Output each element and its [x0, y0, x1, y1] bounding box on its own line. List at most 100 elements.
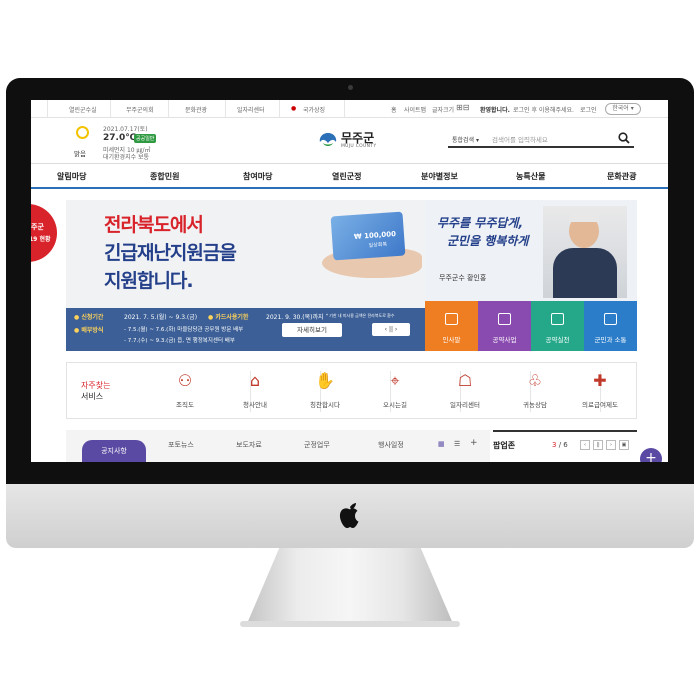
- hero-banner[interactable]: 전라북도에서 긴급재난지원금을 지원합니다. ₩ 100,000 일상회복 ● …: [66, 200, 425, 351]
- services-title-1: 자주찾는: [81, 381, 111, 390]
- list-view-icon[interactable]: ☰: [454, 440, 460, 448]
- covid-side-banner[interactable]: 주군 19 현황: [31, 204, 57, 262]
- air-quality: 대기환경지수 보통: [103, 154, 150, 161]
- next-icon[interactable]: ›: [606, 440, 616, 450]
- tile-communication[interactable]: 군민과 소통: [584, 301, 637, 351]
- divider: [168, 100, 169, 118]
- tab-admin[interactable]: 군정업무: [304, 440, 330, 450]
- hero-line-1: 전라북도에서: [104, 214, 204, 236]
- nav-item[interactable]: 분야별정보: [421, 171, 458, 182]
- nav-item[interactable]: 문화관광: [607, 171, 636, 182]
- tab-notice[interactable]: 공지사항: [82, 440, 146, 462]
- utility-bar: 열린군수실 무주군의회 문화관광 일자리센터 ● 국가상징 홈 사이트맵 글자크…: [31, 100, 668, 118]
- main-nav: 알림마당 종합민원 참여마당 열린군정 분야별정보 농특산물 문화관광: [31, 164, 668, 189]
- prev-icon[interactable]: ‹: [580, 440, 590, 450]
- tile-label: 공약실천: [545, 336, 570, 344]
- services-title-2: 서비스: [81, 392, 104, 401]
- mayor-name: 무주군수 황인홍: [439, 274, 487, 282]
- search-icon[interactable]: [618, 132, 630, 144]
- sprout-icon: ♧: [527, 371, 543, 390]
- service-praise[interactable]: ✋ 칭찬합시다: [290, 371, 360, 409]
- megaphone-icon: [604, 313, 617, 325]
- monitor-stand: [246, 548, 454, 626]
- grid-view-icon[interactable]: ▦: [438, 440, 445, 448]
- tab-press[interactable]: 보도자료: [236, 440, 262, 450]
- search-scope-select[interactable]: 통합검색 ▾: [452, 135, 479, 144]
- mayor-panel: 무주를 무주답게, 군민을 행복하게 무주군수 황인홍 인사말 공약사업 공약실…: [425, 200, 637, 351]
- service-farming[interactable]: ♧ 귀농상담: [500, 371, 570, 409]
- divider: [344, 100, 345, 118]
- welcome-text: 환영합니다.: [480, 107, 510, 114]
- popup-total: / 6: [558, 441, 568, 449]
- service-jobs[interactable]: ☖ 일자리센터: [430, 371, 500, 409]
- hero-line-3: 지원합니다.: [104, 270, 194, 292]
- divider: [225, 100, 226, 118]
- nav-item[interactable]: 종합민원: [150, 171, 179, 182]
- popup-zone: 팝업존 3 / 6 ‹ || › ▣: [493, 430, 637, 462]
- check-icon: [551, 313, 564, 325]
- weather-temp: 27.0℃: [103, 133, 137, 143]
- more-icon[interactable]: +: [470, 438, 478, 448]
- service-label: 오시는길: [383, 401, 407, 409]
- monitor-stand-base: [240, 621, 460, 627]
- header: 맑음 2021.07.17(토) 27.0℃ 공공일반 미세먼지 10 ㎍/㎥ …: [31, 118, 668, 164]
- suit-shape: [553, 248, 617, 298]
- search-input[interactable]: 검색어를 입력하세요: [492, 134, 548, 144]
- util-link[interactable]: 문화관광: [185, 105, 207, 114]
- card-sub: 일상회복: [368, 241, 388, 249]
- sitemap-link[interactable]: 사이트맵: [404, 105, 426, 114]
- service-org-chart[interactable]: ⚇ 조직도: [150, 371, 220, 409]
- card-note: * 기한 내 미사용 금액은 전라북도로 환수: [326, 313, 395, 318]
- util-link[interactable]: 일자리센터: [237, 105, 265, 114]
- nav-item[interactable]: 참여마당: [243, 171, 272, 182]
- service-directions[interactable]: ⌖ 오시는길: [360, 371, 430, 409]
- font-size-label: 글자크기: [432, 107, 455, 114]
- home-link[interactable]: 홈: [391, 105, 397, 114]
- taegeuk-icon: ●: [291, 105, 297, 112]
- nav-item[interactable]: 알림마당: [57, 171, 86, 182]
- search-box[interactable]: 통합검색 ▾ 검색어를 입력하세요: [448, 130, 634, 148]
- card-period: 2021. 9. 30.(목)까지: [266, 314, 324, 321]
- tab-photo-news[interactable]: 포토뉴스: [168, 440, 194, 450]
- service-building[interactable]: ⌂ 청사안내: [220, 371, 290, 409]
- popup-current: 3: [552, 441, 557, 449]
- font-size-buttons[interactable]: ⊞⊟: [456, 103, 469, 112]
- medical-icon: ✚: [593, 371, 607, 390]
- pause-icon[interactable]: ||: [593, 440, 603, 450]
- view-all-icon[interactable]: ▣: [619, 440, 629, 450]
- plus-fab-icon[interactable]: +: [640, 448, 662, 462]
- util-link[interactable]: 열린군수실: [69, 105, 97, 114]
- service-label: 일자리센터: [450, 401, 480, 409]
- banner-text: 주군: [31, 223, 44, 231]
- hair-shape: [569, 210, 599, 222]
- util-link[interactable]: 국가상징: [303, 105, 325, 114]
- service-label: 칭찬합시다: [310, 401, 340, 409]
- mayor-slogan-2: 군민을 행복하게: [447, 234, 529, 248]
- tile-greeting[interactable]: 인사말: [425, 301, 478, 351]
- distribution-2: - 7.7.(수) ~ 9.3.(금) 읍, 면 행정복지센터 배부: [124, 338, 235, 344]
- weather-date: 2021.07.17(토): [103, 126, 148, 133]
- gift-card-illustration: ₩ 100,000 일상회복: [330, 211, 406, 261]
- tab-events[interactable]: 행사일정: [378, 440, 404, 450]
- muju-logo-icon[interactable]: [318, 131, 338, 149]
- hand-icon: ✋: [315, 371, 335, 390]
- apply-label: ● 신청기간: [74, 314, 104, 321]
- service-medical[interactable]: ✚ 의료급여제도: [565, 371, 635, 409]
- login-message: 로그인 후 이용해주세요.: [513, 107, 574, 114]
- podium-icon: [445, 313, 458, 325]
- nav-item[interactable]: 농특산물: [516, 171, 545, 182]
- document-icon: [498, 313, 511, 325]
- login-link[interactable]: 로그인: [580, 105, 597, 114]
- service-label: 조직도: [176, 401, 194, 409]
- tile-pledge-progress[interactable]: 공약실천: [531, 301, 584, 351]
- tile-pledge[interactable]: 공약사업: [478, 301, 531, 351]
- language-select[interactable]: 한국어 ▾: [605, 103, 641, 115]
- logo-subtitle: MUJU COUNTY: [341, 144, 377, 149]
- distribution-1: - 7.5.(월) ~ 7.6.(화) 마을담당관 공무원 방문 배부: [124, 327, 244, 333]
- popup-pager: 3 / 6: [552, 441, 568, 449]
- camera-icon: [348, 85, 353, 90]
- slider-controls[interactable]: ‹ || ›: [372, 323, 410, 336]
- util-link[interactable]: 무주군의회: [126, 105, 154, 114]
- detail-button[interactable]: 자세히보기: [282, 323, 342, 337]
- nav-item[interactable]: 열린군정: [332, 171, 361, 182]
